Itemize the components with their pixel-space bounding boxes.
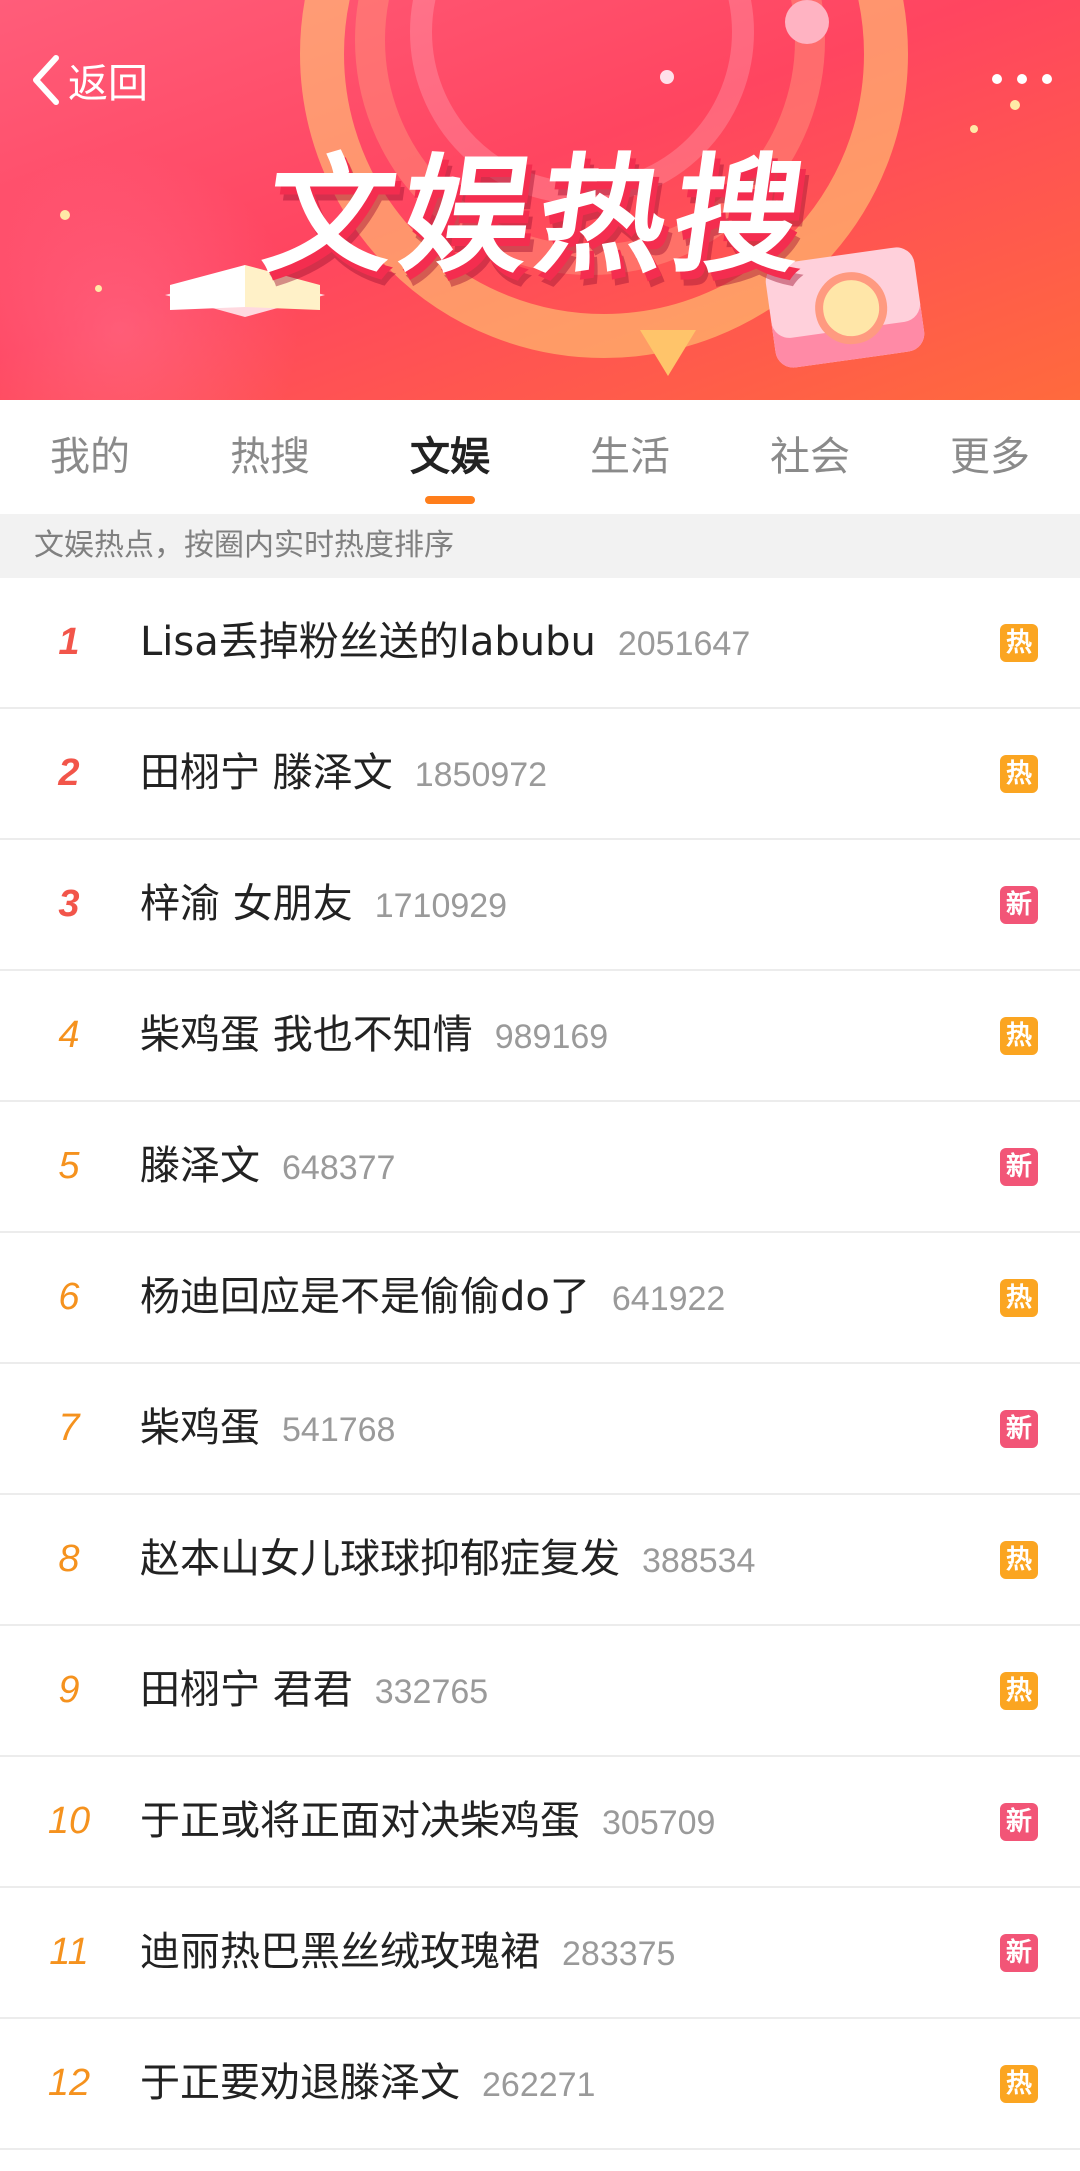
list-item[interactable]: 3 梓渝 女朋友 1710929 新 [0, 840, 1080, 971]
hot-badge: 热 [1000, 1672, 1038, 1710]
new-badge: 新 [1000, 1803, 1038, 1841]
dot-icon [1017, 74, 1027, 84]
list-item[interactable]: 5 滕泽文 648377 新 [0, 1102, 1080, 1233]
list-item-text: 于正或将正面对决柴鸡蛋 305709 [140, 1757, 715, 1886]
list-item[interactable]: 6 杨迪回应是不是偷偷do了 641922 热 [0, 1233, 1080, 1364]
header-banner: 文娱热搜 返回 [0, 0, 1080, 400]
heat-count: 989169 [494, 1018, 609, 1056]
rank-number: 9 [58, 1669, 80, 1711]
topic-title[interactable]: 杨迪回应是不是偷偷do了 [140, 1274, 590, 1320]
topic-title[interactable]: 柴鸡蛋 我也不知情 [140, 1012, 473, 1058]
new-badge: 新 [1000, 1148, 1038, 1186]
list-item[interactable]: 11 迪丽热巴黑丝绒玫瑰裙 283375 新 [0, 1888, 1080, 2019]
hot-badge: 热 [1000, 2065, 1038, 2103]
list-item[interactable]: 7 柴鸡蛋 541768 新 [0, 1364, 1080, 1495]
heat-count: 283375 [562, 1935, 676, 1973]
list-item-text: 赵本山女儿球球抑郁症复发 388534 [140, 1495, 755, 1624]
back-label: 返回 [68, 61, 148, 107]
list-item-text: 田栩宁 君君 332765 [140, 1626, 488, 1755]
dot-icon [1042, 74, 1052, 84]
tab-more[interactable]: 更多 [900, 400, 1080, 514]
rank-number: 12 [47, 2062, 91, 2104]
topic-title[interactable]: Lisa丢掉粉丝送的labubu [140, 619, 596, 665]
list-item-text: 田栩宁 滕泽文 1850972 [140, 709, 547, 838]
list-item[interactable]: 4 柴鸡蛋 我也不知情 989169 热 [0, 971, 1080, 1102]
heat-count: 262271 [482, 2066, 596, 2104]
list-item[interactable]: 10 于正或将正面对决柴鸡蛋 305709 新 [0, 1757, 1080, 1888]
tab-life[interactable]: 生活 [540, 400, 720, 514]
category-tabs: 我的 热搜 文娱 生活 社会 更多 [0, 400, 1080, 514]
list-item-text: 梓渝 女朋友 1710929 [140, 840, 507, 969]
topic-title[interactable]: 于正或将正面对决柴鸡蛋 [140, 1798, 580, 1844]
top-bar: 返回 [0, 40, 1080, 120]
tab-entertainment[interactable]: 文娱 [360, 400, 540, 514]
heat-count: 648377 [282, 1149, 396, 1187]
topic-title[interactable]: 田栩宁 滕泽文 [140, 750, 393, 796]
list-item[interactable]: 8 赵本山女儿球球抑郁症复发 388534 热 [0, 1495, 1080, 1626]
list-item-text: 迪丽热巴黑丝绒玫瑰裙 283375 [140, 1888, 675, 2017]
rank-number: 7 [58, 1407, 80, 1449]
list-item[interactable]: 12 于正要劝退滕泽文 262271 热 [0, 2019, 1080, 2150]
rank-number: 5 [58, 1145, 80, 1187]
tab-mine[interactable]: 我的 [0, 400, 180, 514]
list-description: 文娱热点，按圈内实时热度排序 [0, 514, 1080, 578]
tab-society[interactable]: 社会 [720, 400, 900, 514]
hot-badge: 热 [1000, 1017, 1038, 1055]
cone-decoration [640, 330, 696, 376]
dot-icon [992, 74, 1002, 84]
new-badge: 新 [1000, 1934, 1038, 1972]
new-badge: 新 [1000, 1410, 1038, 1448]
heat-count: 388534 [642, 1542, 756, 1580]
hot-badge: 热 [1000, 624, 1038, 662]
chevron-left-icon [33, 55, 59, 105]
hot-search-list: 1 Lisa丢掉粉丝送的labubu 2051647 热 2 田栩宁 滕泽文 1850972… [0, 578, 1080, 2150]
list-item-text: Lisa丢掉粉丝送的labubu 2051647 [140, 578, 750, 707]
heat-count: 1850972 [414, 756, 548, 794]
rank-number: 3 [58, 883, 80, 925]
topic-title[interactable]: 田栩宁 君君 [140, 1667, 353, 1713]
list-item-text: 滕泽文 648377 [140, 1102, 395, 1231]
heat-count: 641922 [611, 1280, 726, 1318]
list-item-text: 于正要劝退滕泽文 262271 [140, 2019, 595, 2148]
more-options-button[interactable] [992, 54, 1052, 104]
topic-title[interactable]: 柴鸡蛋 [140, 1405, 260, 1451]
rank-number: 2 [58, 752, 80, 794]
new-badge: 新 [1000, 886, 1038, 924]
heat-count: 305709 [602, 1804, 716, 1842]
topic-title[interactable]: 梓渝 女朋友 [140, 881, 353, 927]
hot-badge: 热 [1000, 755, 1038, 793]
topic-title[interactable]: 赵本山女儿球球抑郁症复发 [140, 1536, 620, 1582]
list-item-text: 柴鸡蛋 541768 [140, 1364, 395, 1493]
list-item[interactable]: 1 Lisa丢掉粉丝送的labubu 2051647 热 [0, 578, 1080, 709]
banner-title: 文娱热搜 [255, 142, 821, 291]
rank-number: 4 [58, 1014, 80, 1056]
tab-hot-search[interactable]: 热搜 [180, 400, 360, 514]
back-button[interactable]: 返回 [28, 48, 148, 112]
planet-icon [785, 0, 829, 44]
heat-count: 332765 [374, 1673, 489, 1711]
list-item[interactable]: 2 田栩宁 滕泽文 1850972 热 [0, 709, 1080, 840]
heat-count: 2051647 [617, 625, 751, 663]
hot-badge: 热 [1000, 1541, 1038, 1579]
rank-number: 10 [47, 1800, 91, 1842]
heat-count: 1710929 [374, 887, 508, 925]
list-item[interactable]: 9 田栩宁 君君 332765 热 [0, 1626, 1080, 1757]
topic-title[interactable]: 滕泽文 [140, 1143, 260, 1189]
hot-badge: 热 [1000, 1279, 1038, 1317]
rank-number: 6 [58, 1276, 80, 1318]
topic-title[interactable]: 于正要劝退滕泽文 [140, 2060, 460, 2106]
rank-number: 11 [49, 1931, 89, 1973]
rank-number: 1 [58, 621, 80, 663]
rank-number: 8 [58, 1538, 80, 1580]
topic-title[interactable]: 迪丽热巴黑丝绒玫瑰裙 [140, 1929, 540, 1975]
list-item-text: 柴鸡蛋 我也不知情 989169 [140, 971, 608, 1100]
list-item-text: 杨迪回应是不是偷偷do了 641922 [140, 1233, 725, 1362]
heat-count: 541768 [282, 1411, 396, 1449]
